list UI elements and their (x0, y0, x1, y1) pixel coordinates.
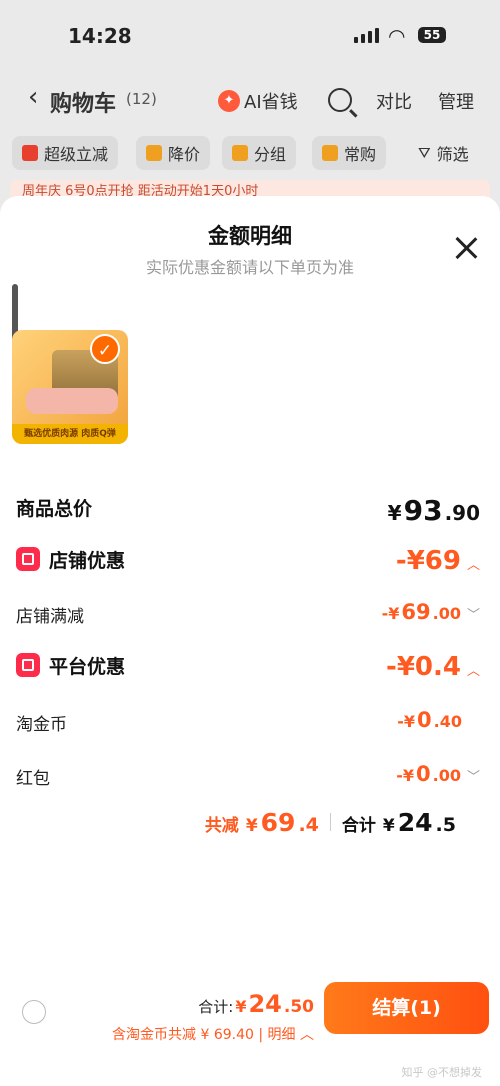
platform-icon (16, 653, 40, 677)
bag-icon (322, 145, 338, 161)
watermark: 知乎 @不想掉发 (401, 1066, 483, 1079)
arrow-down-icon (146, 145, 162, 161)
folder-icon (232, 145, 248, 161)
arrow-down-icon (22, 145, 38, 161)
shop-full-reduce-value: -¥ 69 .00 ﹀ (381, 600, 480, 624)
ai-save-button[interactable]: ✦ AI省钱 (218, 88, 298, 114)
chip-group[interactable]: 分组 (222, 136, 297, 170)
chip-price-drop[interactable]: 降价 (136, 136, 211, 170)
taobao-coin-label: 淘金币 (16, 715, 67, 735)
checkout-footer: 合计: ¥ 24 .50 含淘金币共减 ¥ 69.40 | 明细 ︿ 结算(1) (0, 978, 500, 1058)
red-packet-value: -¥ 0 .00 ﹀ (396, 762, 480, 786)
total-value: 24 (397, 808, 433, 837)
close-icon[interactable] (454, 236, 478, 260)
shop-discount-value: -¥69 ︿ (395, 546, 480, 576)
total-label: 合计 (341, 816, 376, 836)
filter-icon: ⛛ (418, 144, 431, 162)
total-price-value: ¥ 93 .90 (387, 494, 480, 527)
saved-label: 共减 (204, 816, 239, 836)
divider (329, 813, 331, 831)
chip-label: 筛选 (436, 145, 469, 164)
cart-count: (12) (126, 90, 157, 108)
product-strip: 甄选优质肉源 肉质Q弹 (12, 424, 128, 444)
row-shop-discount[interactable]: 店铺优惠 -¥69 ︿ (16, 546, 480, 576)
wifi-icon: ◠ (388, 24, 406, 48)
footer-sum: 合计: ¥ 24 .50 (198, 990, 314, 1018)
status-time: 14:28 (68, 24, 132, 48)
footer-sum-value: 24 (248, 990, 282, 1018)
battery-icon: 55 (418, 27, 446, 43)
chip-filter[interactable]: ⛛ 筛选 (408, 136, 479, 170)
select-all-radio[interactable] (22, 1000, 46, 1024)
shop-discount-label: 店铺优惠 (49, 550, 126, 572)
chip-label: 常购 (344, 145, 377, 164)
shop-full-reduce-label: 店铺满减 (16, 607, 84, 627)
taobao-coin-value: -¥ 0 .40 (397, 708, 462, 732)
chevron-up-icon: ︿ (466, 558, 480, 573)
filter-chips: 超级立减 降价 分组 常购 ⛛ 筛选 (0, 136, 500, 172)
summary-line: 共减 ¥ 69 .4 合计 ¥ 24 .5 (204, 808, 456, 837)
chevron-down-icon: ﹀ (466, 770, 480, 785)
ai-save-label: AI省钱 (244, 92, 298, 113)
footer-detail-link[interactable]: 含淘金币共减 ¥ 69.40 | 明细 ︿ (112, 1024, 314, 1044)
row-red-packet[interactable]: 红包 -¥ 0 .00 ﹀ (16, 762, 480, 792)
cart-nav-bar: ‹ 购物车 (12) ✦ AI省钱 对比 管理 (0, 78, 500, 122)
row-shop-full-reduce[interactable]: 店铺满减 -¥ 69 .00 ﹀ (16, 600, 480, 630)
back-chevron-icon[interactable]: ‹ (28, 82, 38, 112)
ai-sparkle-icon: ✦ (218, 90, 240, 112)
chip-label: 分组 (254, 145, 287, 164)
sheet-title: 金额明细 (208, 224, 292, 248)
manage-button[interactable]: 管理 (438, 88, 474, 114)
product-thumbnail[interactable]: 甄选优质肉源 肉质Q弹 ✓ (12, 330, 128, 444)
selected-check-icon[interactable]: ✓ (90, 334, 120, 364)
chevron-up-icon: ︿ (295, 1027, 314, 1043)
checkout-button[interactable]: 结算(1) (324, 982, 489, 1034)
saved-value: 69 (260, 808, 296, 837)
search-icon[interactable] (328, 88, 352, 112)
total-price-label: 商品总价 (16, 498, 93, 520)
amount-detail-sheet: 金额明细 实际优惠金额请以下单页为准 甄选优质肉源 肉质Q弹 ✓ 商品总价 ¥ … (0, 196, 500, 1086)
platform-discount-label: 平台优惠 (49, 656, 126, 678)
platform-discount-value: -¥0.4 ︿ (386, 652, 480, 682)
chip-super-discount[interactable]: 超级立减 (12, 136, 119, 170)
chip-label: 降价 (168, 145, 201, 164)
row-total-price: 商品总价 ¥ 93 .90 (16, 494, 480, 527)
chip-label: 超级立减 (44, 145, 109, 164)
row-taobao-coin: 淘金币 -¥ 0 .40 (16, 708, 480, 738)
chevron-down-icon: ﹀ (466, 608, 480, 623)
page-title: 购物车 (50, 92, 117, 117)
chevron-up-icon: ︿ (466, 664, 480, 679)
red-packet-label: 红包 (16, 769, 50, 789)
sheet-subtitle: 实际优惠金额请以下单页为准 (145, 258, 354, 277)
compare-button[interactable]: 对比 (376, 88, 412, 114)
row-platform-discount[interactable]: 平台优惠 -¥0.4 ︿ (16, 652, 480, 682)
ham-graphic (26, 388, 118, 414)
shop-icon (16, 547, 40, 571)
status-bar: 14:28 ◠ 55 (0, 0, 500, 72)
signal-icon (354, 28, 379, 43)
chip-frequent[interactable]: 常购 (312, 136, 387, 170)
